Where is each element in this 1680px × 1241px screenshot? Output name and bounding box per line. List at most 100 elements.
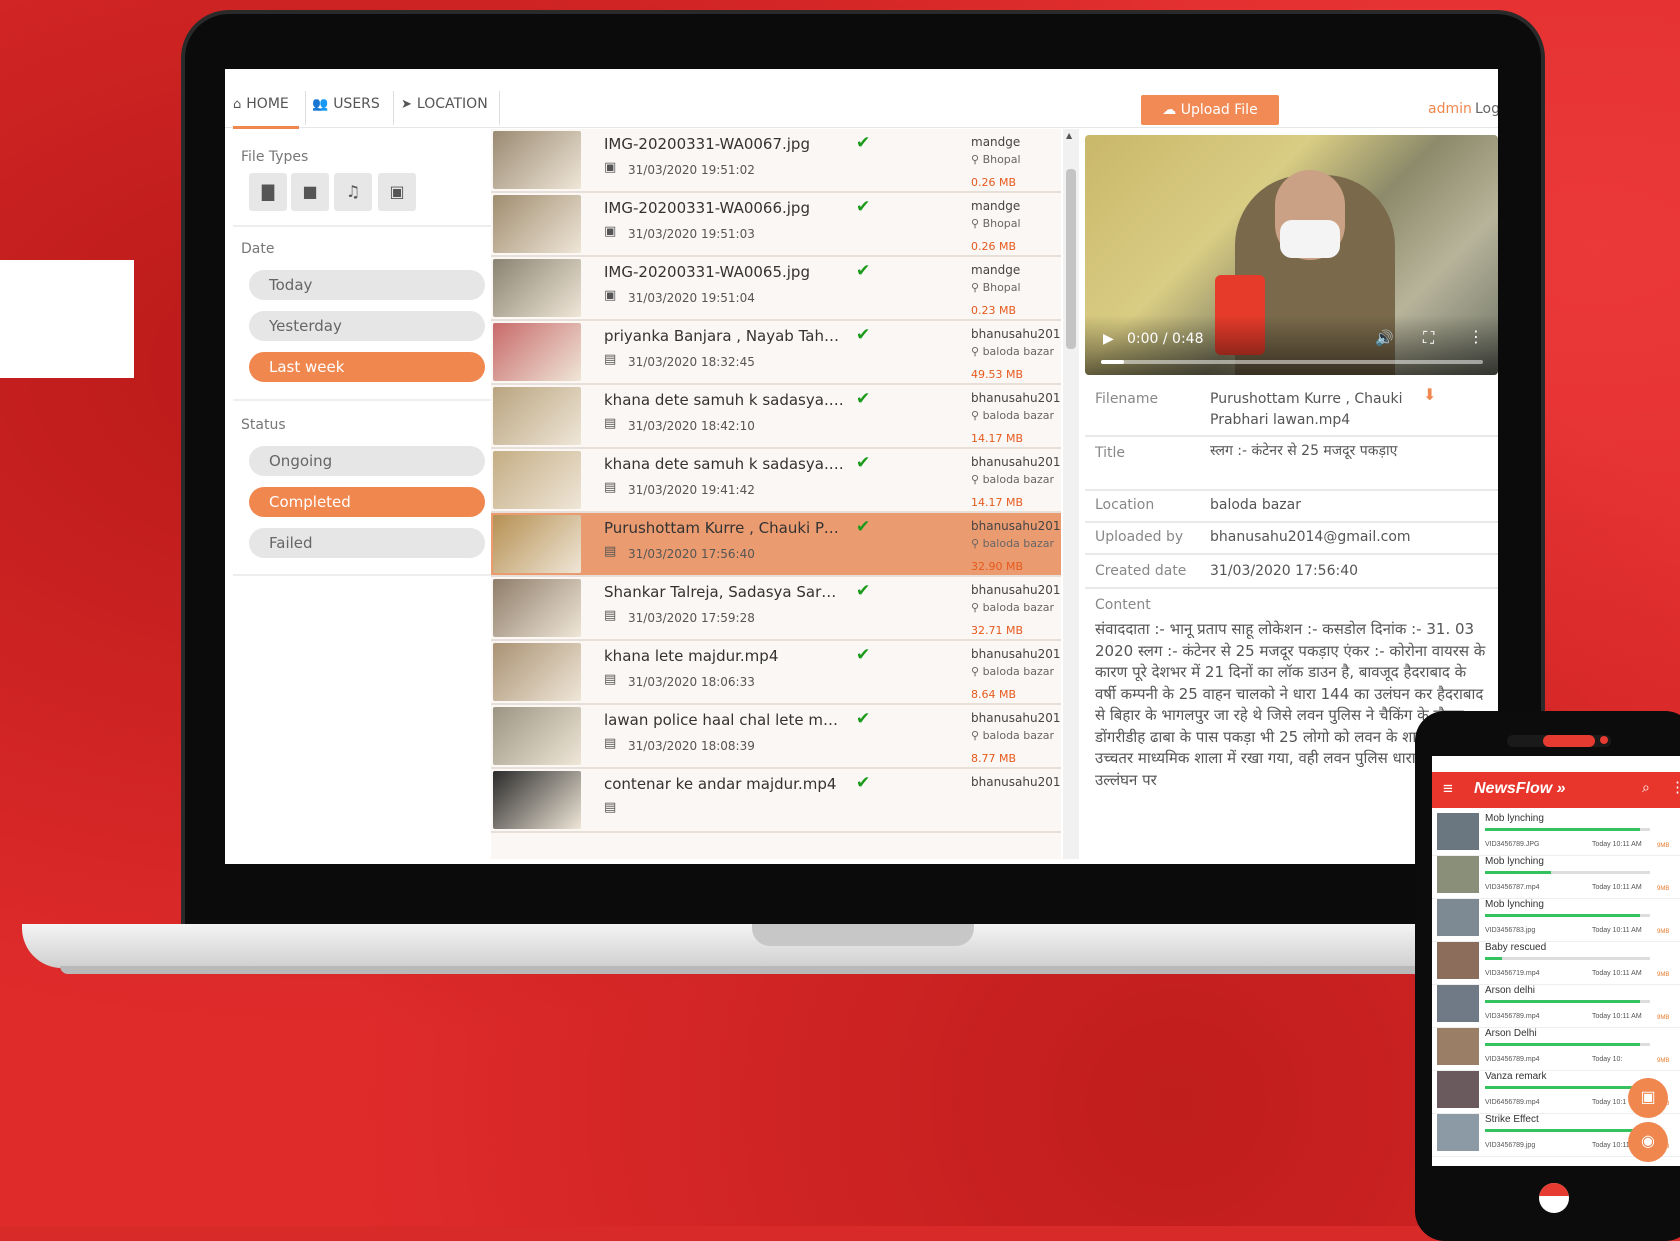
file-row[interactable]: khana dete samuh k sadasya.mp4 ▤ 31/03/202… — [491, 449, 1061, 513]
date-yesterday-option[interactable]: Yesterday — [249, 311, 485, 341]
file-user: mandge — [971, 199, 1021, 213]
phone-list-item[interactable]: Mob lynching VID3456789.JPG Today 10:11 AM… — [1432, 810, 1680, 856]
phone-item-time: Today 10:11 AM — [1592, 1013, 1642, 1020]
file-size: 14.17 MB — [971, 432, 1024, 445]
filter-audio-button[interactable]: ♫ — [334, 173, 372, 211]
phone-list-item[interactable]: Mob lynching VID3456787.mp4 Today 10:11 AM… — [1432, 853, 1680, 899]
file-thumbnail — [493, 771, 581, 829]
phone-item-thumbnail — [1437, 942, 1479, 979]
file-row[interactable]: lawan police haal chal lete majduro ... ▤… — [491, 705, 1061, 769]
phone-item-title: Arson Delhi — [1485, 1028, 1537, 1039]
phone-item-time: Today 10:11 AM — [1592, 841, 1642, 848]
file-thumbnail — [493, 259, 581, 317]
hamburger-menu-icon[interactable]: ≡ — [1443, 779, 1453, 799]
phone-list-item[interactable]: Arson delhi VID3456789.mp4 Today 10:11 AM 9… — [1432, 982, 1680, 1028]
file-row[interactable]: khana dete samuh k sadasya.mp4 ▤ 31/03/202… — [491, 385, 1061, 449]
phone-list-item[interactable]: Mob lynching VID3456783.jpg Today 10:11 AM… — [1432, 896, 1680, 942]
check-icon: ✔ — [856, 325, 871, 345]
filter-image-button[interactable]: ▣ — [378, 173, 416, 211]
file-location: ⚲ Bhopal — [971, 153, 1021, 166]
filter-video-button[interactable]: ■ — [291, 173, 329, 211]
file-user: bhanusahu2014@ — [971, 647, 1061, 661]
file-timestamp: 31/03/2020 18:06:33 — [628, 675, 755, 689]
file-thumbnail — [493, 451, 581, 509]
map-pin-icon: ⚲ — [971, 473, 980, 486]
phone-item-title: Mob lynching — [1485, 899, 1544, 910]
file-row[interactable]: IMG-20200331-WA0065.jpg ▣ 31/03/2020 19:51… — [491, 257, 1061, 321]
camera-icon: ◉ — [1641, 1133, 1655, 1150]
download-icon[interactable]: ⬇ — [1423, 385, 1436, 404]
map-pin-icon: ⚲ — [971, 665, 980, 678]
file-list-scrollbar[interactable]: ▲ — [1063, 129, 1079, 859]
file-thumbnail — [493, 579, 581, 637]
file-timestamp: 31/03/2020 19:51:02 — [628, 163, 755, 177]
more-options-icon[interactable]: ⋮ — [1670, 778, 1680, 796]
gallery-fab-button[interactable]: ▣ — [1628, 1078, 1668, 1118]
location-arrow-icon: ➤ — [401, 97, 412, 112]
file-size: 14.17 MB — [971, 496, 1024, 509]
status-ongoing-option[interactable]: Ongoing — [249, 446, 485, 476]
phone-list-item[interactable]: Baby rescued VID3456719.mp4 Today 10:11 AM… — [1432, 939, 1680, 985]
file-user: bhanusahu2014@ — [971, 391, 1061, 405]
video-file-icon: ▤ — [604, 672, 617, 687]
file-size: 0.26 MB — [971, 240, 1017, 253]
check-icon: ✔ — [856, 133, 871, 153]
file-location: ⚲ Bhopal — [971, 217, 1021, 230]
file-row[interactable]: IMG-20200331-WA0066.jpg ▣ 31/03/2020 19:51… — [491, 193, 1061, 257]
file-row[interactable]: khana lete majdur.mp4 ▤ 31/03/2020 18:06:3… — [491, 641, 1061, 705]
status-completed-option[interactable]: Completed — [249, 487, 485, 517]
file-row[interactable]: Shankar Talreja, Sadasya Sarveshwa... ▤ 31… — [491, 577, 1061, 641]
check-icon: ✔ — [856, 453, 871, 473]
logout-link[interactable]: Log — [1475, 101, 1498, 117]
date-today-option[interactable]: Today — [249, 270, 485, 300]
tab-location[interactable]: ➤ LOCATION — [401, 96, 488, 126]
phone-item-time: Today 10:11 AM — [1592, 927, 1642, 934]
file-user: bhanusahu2014@ — [971, 327, 1061, 341]
video-file-icon: ▤ — [604, 480, 617, 495]
detail-row-title: Title स्लग :- कंटेनर से 25 मजदूर पकड़ाए — [1085, 437, 1498, 491]
phone-home-button[interactable] — [1539, 1183, 1569, 1213]
search-icon[interactable]: ⌕ — [1642, 779, 1650, 796]
scroll-up-icon[interactable]: ▲ — [1066, 131, 1072, 140]
volume-icon[interactable]: 🔊 — [1375, 329, 1394, 347]
file-timestamp: 31/03/2020 17:56:40 — [628, 547, 755, 561]
phone-item-file: VID3456789.jpg — [1485, 1142, 1536, 1149]
filter-document-button[interactable]: ▇ — [249, 173, 287, 211]
camera-fab-button[interactable]: ◉ — [1628, 1122, 1668, 1162]
map-pin-icon: ⚲ — [971, 281, 980, 294]
video-progress-bar[interactable] — [1101, 360, 1483, 364]
tab-divider — [305, 91, 306, 125]
file-row[interactable]: contenar ke andar majdur.mp4 ▤ ✔ bhanusahu2… — [491, 769, 1061, 833]
top-nav: ⌂ HOME 👥 USERS ➤ LOCATION ☁ Upload File adm… — [225, 69, 1498, 129]
white-block — [0, 260, 134, 378]
phone-item-time: Today 10: — [1592, 1056, 1623, 1063]
file-row[interactable]: IMG-20200331-WA0067.jpg ▣ 31/03/2020 19:51… — [491, 129, 1061, 193]
check-icon: ✔ — [856, 517, 871, 537]
play-icon[interactable]: ▶ — [1103, 331, 1114, 347]
map-pin-icon: ⚲ — [971, 729, 980, 742]
phone-list-item[interactable]: Arson Delhi VID3456789.mp4 Today 10: 9MB — [1432, 1025, 1680, 1071]
content-label: Content — [1095, 597, 1151, 613]
phone-item-file: VID6456789.mp4 — [1485, 1099, 1540, 1106]
admin-link[interactable]: admin — [1428, 101, 1472, 117]
more-options-icon[interactable]: ⋮ — [1468, 327, 1484, 346]
file-user: mandge — [971, 135, 1021, 149]
date-last-week-option[interactable]: Last week — [249, 352, 485, 382]
filename-label: Filename — [1095, 391, 1159, 407]
phone-item-title: Mob lynching — [1485, 813, 1544, 824]
map-pin-icon: ⚲ — [971, 217, 980, 230]
app-screen: ⌂ HOME 👥 USERS ➤ LOCATION ☁ Upload File adm… — [225, 69, 1498, 864]
file-row[interactable]: Purushottam Kurre , Chauki Prabha... ▤ 31/… — [491, 513, 1061, 577]
phone-item-progress — [1485, 828, 1650, 831]
scrollbar-thumb[interactable] — [1066, 169, 1076, 349]
file-row[interactable]: priyanka Banjara , Nayab Tahsildar la...… — [491, 321, 1061, 385]
fullscreen-icon[interactable]: ⛶ — [1423, 328, 1434, 348]
video-player[interactable]: ▶ 0:00 / 0:48 🔊 ⛶ ⋮ — [1085, 135, 1498, 375]
upload-file-button[interactable]: ☁ Upload File — [1141, 95, 1279, 125]
status-failed-option[interactable]: Failed — [249, 528, 485, 558]
tab-users[interactable]: 👥 USERS — [312, 96, 380, 126]
divider — [233, 225, 491, 227]
tab-home[interactable]: ⌂ HOME — [233, 96, 299, 129]
file-size: 0.26 MB — [971, 176, 1017, 189]
phone-item-thumbnail — [1437, 1071, 1479, 1108]
